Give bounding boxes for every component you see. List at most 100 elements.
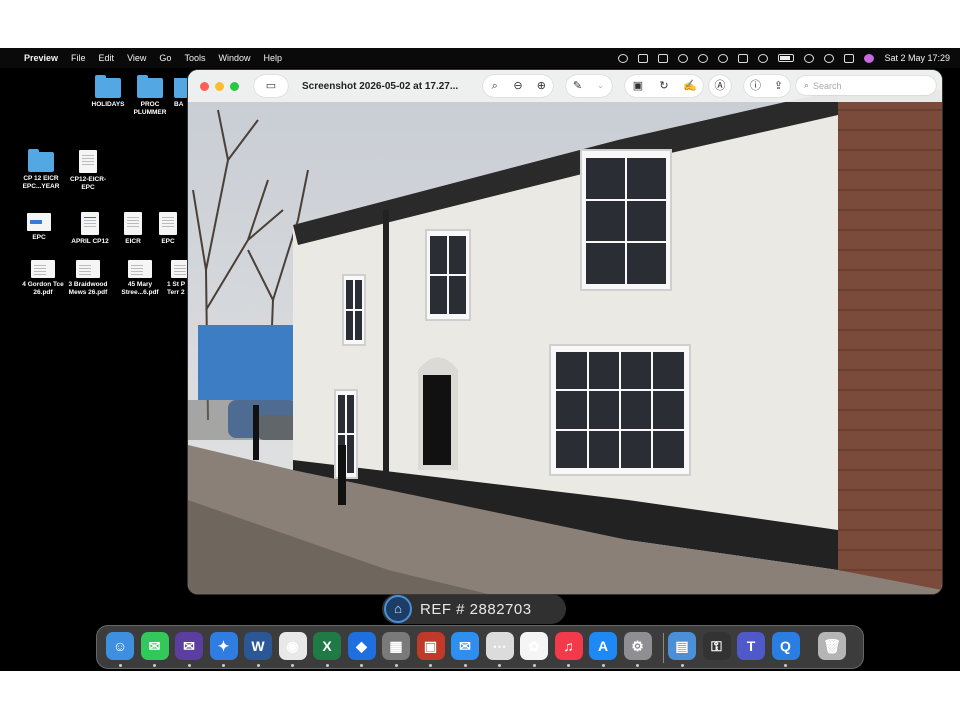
markup-pen-icon[interactable]: ✎: [571, 79, 585, 93]
menu-help[interactable]: Help: [263, 53, 282, 63]
sidebar-toggle-button[interactable]: ▭: [254, 75, 288, 97]
quicktime-icon[interactable]: Q: [771, 632, 800, 660]
zoom-out-icon[interactable]: ⊖: [511, 79, 525, 93]
desktop-folder-ba[interactable]: BA: [168, 78, 188, 109]
wifi-icon[interactable]: [804, 53, 815, 63]
desktop-doc-epc[interactable]: EPC: [16, 213, 62, 242]
launchpad-icon[interactable]: ⋯: [485, 632, 514, 660]
close-window-button[interactable]: [200, 82, 209, 91]
share-icon[interactable]: ⇪: [772, 79, 786, 93]
system-settings-icon[interactable]: ⚙: [623, 632, 652, 660]
display-status-icon[interactable]: [738, 53, 749, 63]
teams-icon[interactable]: T: [737, 632, 765, 660]
sign-icon[interactable]: ✍: [683, 79, 697, 93]
menu-clock[interactable]: Sat 2 May 17:29: [884, 53, 950, 63]
trash-icon[interactable]: 🗑: [818, 632, 846, 660]
status-area: Sat 2 May 17:29: [618, 48, 950, 68]
photos-icon[interactable]: ✿: [520, 632, 548, 660]
zoom-controls: ⌕ ⊖ ⊕: [483, 75, 553, 97]
running-indicator: [498, 664, 501, 667]
dock-separator: [663, 633, 664, 663]
desktop-item-label: BA: [174, 101, 184, 108]
desktop-item-label: PROC PLUMMER: [133, 101, 167, 116]
minimize-window-button[interactable]: [215, 82, 224, 91]
dropbox-icon[interactable]: ◆: [347, 632, 376, 660]
photo-booth-icon[interactable]: ▣: [416, 632, 445, 660]
running-indicator: [567, 664, 570, 667]
running-indicator: [153, 664, 156, 667]
desktop-item-label: 1 St P Terr 2: [167, 281, 185, 296]
spotlight-icon[interactable]: [824, 53, 835, 63]
dock: ☺ ✉ ✉ ✦ W ◉ X ◆ ▦ ▣ ✉ ⋯ ✿ ♫ A ⚙ ▤ ⚿ T Q 🗑: [96, 625, 864, 669]
safari-icon[interactable]: ✦: [209, 632, 238, 660]
preview-icon[interactable]: ▤: [668, 632, 696, 660]
document-icon: [159, 212, 177, 235]
info-share-controls: ⓘ ⇪: [744, 75, 790, 97]
desktop-folder-cp12-eicr-epc-year[interactable]: CP 12 EICR EPC...YEAR: [18, 149, 64, 191]
play-status-icon[interactable]: [618, 53, 629, 63]
desktop-item-label: EPC: [161, 238, 175, 245]
excel-icon[interactable]: X: [313, 632, 341, 660]
airdrop-status-icon[interactable]: [718, 53, 729, 63]
mail-blue-icon[interactable]: ✉: [451, 632, 479, 660]
desktop-doc-4-gordon-tce[interactable]: 4 Gordon Tce 26.pdf: [20, 260, 66, 297]
search-field[interactable]: ⌕ Search: [796, 76, 936, 95]
menu-edit[interactable]: Edit: [99, 53, 115, 63]
dropbox-status-icon[interactable]: [758, 53, 769, 63]
crop-icon[interactable]: ▣: [631, 79, 645, 93]
running-indicator: [187, 664, 191, 667]
siri-icon[interactable]: [864, 53, 875, 63]
desktop-folder-proc-plummer[interactable]: PROC PLUMMER: [127, 75, 173, 117]
messages-icon[interactable]: ✉: [140, 632, 169, 660]
annotate-button[interactable]: Ⓐ: [709, 75, 731, 97]
running-indicator: [636, 664, 639, 667]
battery-icon[interactable]: [778, 54, 795, 62]
mail-icon[interactable]: ✉: [175, 632, 203, 660]
desktop-doc-3-braidwood-mews[interactable]: 3 Braidwood Mews 26.pdf: [65, 260, 111, 297]
running-indicator: [360, 664, 363, 667]
chrome-icon[interactable]: ◉: [278, 632, 307, 660]
document-icon: [76, 260, 100, 278]
menu-file[interactable]: File: [71, 53, 86, 63]
control-center-icon[interactable]: [844, 53, 855, 63]
search-placeholder: Search: [813, 80, 842, 91]
menu-go[interactable]: Go: [159, 53, 171, 63]
desktop-doc-cp12-eicr-epc[interactable]: CP12-EICR-EPC: [65, 150, 111, 192]
record-status-icon[interactable]: [638, 53, 649, 63]
zoom-in-icon[interactable]: ⊕: [534, 79, 548, 93]
desktop-doc-epc-2[interactable]: EPC: [145, 212, 191, 246]
desktop-item-label: CP 12 EICR EPC...YEAR: [22, 175, 60, 190]
keyboard-status-icon[interactable]: [658, 53, 669, 63]
music-icon[interactable]: ♫: [554, 632, 583, 660]
menu-bar: Preview File Edit View Go Tools Window H…: [0, 48, 960, 68]
desktop-doc-april-cp12[interactable]: APRIL CP12: [67, 212, 113, 246]
info-icon[interactable]: ⓘ: [749, 79, 763, 93]
word-icon[interactable]: W: [244, 632, 272, 660]
zoom-fit-icon[interactable]: ⌕: [488, 79, 502, 93]
keychain-icon[interactable]: ⚿: [702, 632, 731, 660]
zoom-window-button[interactable]: [230, 82, 239, 91]
home-icon[interactable]: ⌂: [384, 595, 412, 623]
running-indicator: [118, 664, 122, 667]
desktop-doc-1-st-p-terr[interactable]: 1 St P Terr 2: [163, 260, 188, 297]
running-indicator: [463, 664, 467, 667]
clock-status-icon[interactable]: [678, 53, 689, 63]
desktop-folder-holidays[interactable]: HOLIDAYS: [85, 75, 131, 109]
running-indicator: [325, 664, 329, 667]
running-indicator: [429, 664, 432, 667]
desktop-item-label: 4 Gordon Tce 26.pdf: [22, 281, 64, 296]
finder-icon[interactable]: ☺: [106, 632, 134, 660]
menu-window[interactable]: Window: [218, 53, 250, 63]
menu-tools[interactable]: Tools: [184, 53, 205, 63]
rotate-icon[interactable]: ↻: [657, 79, 671, 93]
desktop-doc-45-mary-street[interactable]: 45 Mary Stree...6.pdf: [117, 260, 163, 297]
document-icon: [81, 212, 99, 235]
user-status-icon[interactable]: [698, 53, 709, 63]
app-store-icon[interactable]: A: [589, 632, 617, 660]
menu-app-name[interactable]: Preview: [24, 53, 58, 63]
calculator-icon[interactable]: ▦: [382, 632, 410, 660]
chevron-down-icon[interactable]: ⌄: [594, 79, 608, 93]
menu-view[interactable]: View: [127, 53, 146, 63]
reference-badge: ⌂ REF # 2882703: [382, 594, 566, 624]
desktop-item-label: EPC: [32, 234, 46, 241]
